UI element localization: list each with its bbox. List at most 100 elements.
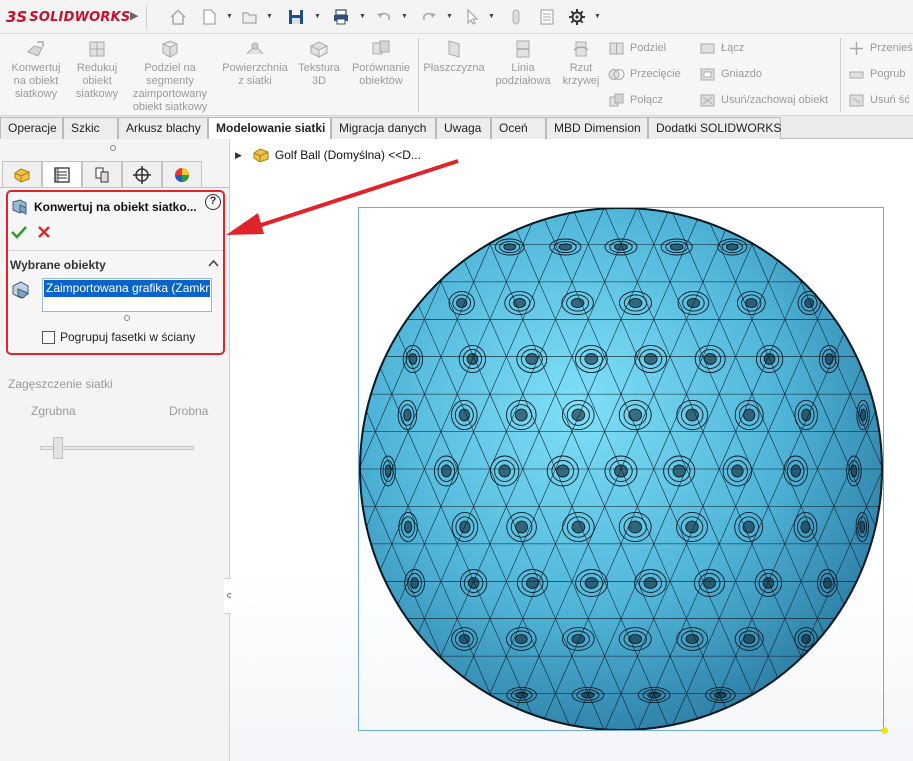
plane-icon [448,40,460,58]
texture-3d-button[interactable]: Tekstura 3D [294,38,344,88]
convert-mesh-icon [27,41,44,57]
convert-to-mesh-button[interactable]: Konwertuj na obiekt siatkowy [4,38,68,101]
ok-checkmark-icon[interactable] [11,224,27,240]
new-dropdown-icon[interactable]: ▼ [226,13,233,20]
delete-face-label: Usuń ść [870,94,910,106]
combine-button[interactable]: Połącz [608,90,663,110]
segment-mesh-label-2: segmenty [146,75,194,87]
redo-dropdown-icon[interactable]: ▼ [446,13,453,20]
parting-line-button[interactable]: Linia podziałowa [490,38,556,88]
join-button[interactable]: Łącz [699,38,744,58]
app-name: SOLIDWORKS [29,9,131,25]
segment-mesh-icon [162,40,178,58]
move-copy-label: Przenieś [870,42,913,54]
menu-expand-arrow-icon[interactable]: ▶ [130,9,138,22]
tab-evaluate[interactable]: Oceń [491,117,546,139]
compare-bodies-label-2: obiektów [359,75,403,87]
undo-icon[interactable] [373,6,395,28]
select-icon[interactable] [461,6,483,28]
intersect-button[interactable]: Przecięcie [608,64,681,84]
solidworks-logo[interactable]: 3S SOLIDWORKS [6,7,130,27]
delete-face-button[interactable]: Usuń ść [848,90,910,110]
tab-markup[interactable]: Uwaga [436,117,491,139]
convert-to-mesh-label-2: na obiekt [13,75,59,87]
intersect-label: Przecięcie [630,68,681,80]
tab-sheet-metal[interactable]: Arkusz blachy [118,117,208,139]
tab-sketch[interactable]: Szkic [63,117,118,139]
redo-icon[interactable] [418,6,440,28]
tab-solidworks-addins[interactable]: Dodatki SOLIDWORKS [648,117,781,139]
new-document-icon[interactable] [198,6,220,28]
save-icon[interactable] [285,6,307,28]
parting-line-label-1: Linia [511,62,535,74]
rebuild-icon[interactable] [505,6,527,28]
options-dropdown-icon[interactable]: ▼ [594,13,601,20]
save-dropdown-icon[interactable]: ▼ [314,13,321,20]
selected-bodies-list[interactable]: Zaimportowana grafika (Zamkni [42,278,212,312]
file-properties-icon[interactable] [536,6,558,28]
intersect-icon [608,68,625,80]
cavity-button[interactable]: Gniazdo [699,64,762,84]
ds-logo-mark: 3S [6,8,28,26]
tab-mbd-dimension[interactable]: MBD Dimension [546,117,648,139]
configuration-manager-tab[interactable] [82,161,122,188]
mesh-reduction-label-3: siatkowy [75,88,119,100]
display-manager-tab[interactable] [162,161,202,188]
bbox-corner-handle[interactable] [881,727,888,734]
curve-projection-label-1: Rzut [569,62,593,74]
tab-features[interactable]: Operacje [0,117,63,139]
surface-from-mesh-button[interactable]: Powierzchnia z siatki [217,38,293,88]
home-icon[interactable] [167,6,189,28]
group-facets-checkbox-box[interactable] [42,330,55,344]
delete-keep-body-button[interactable]: Usuń/zachowaj obiekt [699,90,828,110]
select-dropdown-icon[interactable]: ▼ [488,13,495,20]
plane-button[interactable]: Płaszczyzna [422,38,486,75]
curve-projection-button[interactable]: Rzut krzywej [558,38,604,88]
open-icon[interactable] [239,6,261,28]
tab-data-migration[interactable]: Migracja danych [331,117,436,139]
cancel-x-icon[interactable] [36,224,52,240]
mesh-reduction-label-1: Redukuj [76,62,118,74]
segment-imported-mesh-button[interactable]: Podziel na segmenty zaimportowany obiekt… [126,38,214,114]
texture-3d-label-1: Tekstura [298,62,340,74]
undo-dropdown-icon[interactable]: ▼ [401,13,408,20]
density-slider-thumb[interactable] [53,437,64,459]
collapse-chevron-up-icon[interactable] [208,258,219,269]
segment-mesh-label-1: Podziel na [144,62,196,74]
split-icon [609,42,624,54]
pm-divider [8,250,223,251]
selected-body-item[interactable]: Zaimportowana grafika (Zamkni [44,280,210,297]
dimxpert-icon [133,165,151,184]
help-icon[interactable]: ? [205,194,221,210]
options-gear-icon[interactable] [566,6,588,28]
convert-to-mesh-property-manager: Konwertuj na obiekt siatko... ? Wybrane … [6,190,225,355]
pane-grip-icon[interactable] [110,145,116,151]
surface-from-mesh-label-2: z siatki [238,75,272,87]
print-icon[interactable] [330,6,352,28]
print-dropdown-icon[interactable]: ▼ [359,13,366,20]
property-manager-tab[interactable] [42,161,82,188]
delete-keep-body-label: Usuń/zachowaj obiekt [721,94,829,106]
open-dropdown-icon[interactable]: ▼ [266,13,273,20]
golf-ball-mesh-body[interactable] [359,208,883,730]
cavity-icon [700,68,715,80]
mesh-reduction-label-2: obiekt [82,75,112,87]
delete-face-icon [849,94,864,106]
move-copy-button[interactable]: Przenieś [848,38,913,58]
split-button[interactable]: Podziel [608,38,666,58]
command-manager-tabs: Operacje Szkic Arkusz blachy Modelowanie… [0,116,913,140]
convert-mesh-feature-icon [12,199,27,215]
tab-mesh-modeling[interactable]: Modelowanie siatki [208,117,331,140]
thicken-button[interactable]: Pogrub [848,64,905,84]
compare-bodies-button[interactable]: Porównanie obiektów [346,38,416,88]
group-facets-checkbox[interactable]: Pogrupuj fasetki w ściany [42,330,195,344]
combine-icon [609,93,624,106]
selected-body-icon [12,281,29,299]
group-facets-label: Pogrupuj fasetki w ściany [60,330,196,344]
feature-manager-tab[interactable] [2,161,42,188]
list-resize-grip-icon[interactable] [124,315,130,321]
mesh-reduction-button[interactable]: Redukuj obiekt siatkowy [69,38,125,101]
dimxpert-manager-tab[interactable] [122,161,162,188]
annotation-arrow [226,159,459,235]
feature-manager-icon [14,167,30,183]
